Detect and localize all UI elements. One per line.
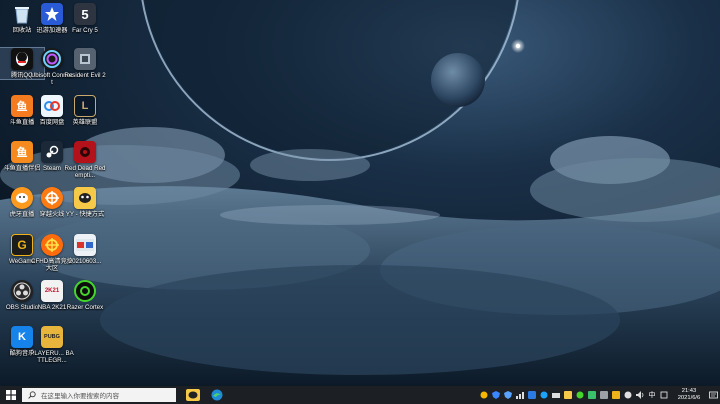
- desktop-icon-label: 英雄联盟: [72, 119, 98, 126]
- tray-app-5-icon[interactable]: [598, 386, 610, 404]
- tray-shield-icon[interactable]: [490, 386, 502, 404]
- desktop-icon-league-of-legends[interactable]: L 英雄联盟: [63, 95, 107, 126]
- clock-time: 21:43: [681, 388, 697, 394]
- system-tray: 中 21:43 2021/6/6: [478, 386, 720, 404]
- desktop-icon-razer-cortex[interactable]: Razer Cortex: [63, 280, 107, 311]
- cfhd-icon: [41, 234, 63, 256]
- desktop-icon-label: Razer Cortex: [66, 304, 104, 311]
- taskbar: 在这里输入你要搜索的内容 中 21:43 2021/6/6: [0, 386, 720, 404]
- clock-date: 2021/6/6: [677, 395, 701, 401]
- notification-center-button[interactable]: [706, 386, 720, 404]
- desktop-icon-label: 百度网盘: [39, 119, 65, 126]
- desktop-icon-farcry5[interactable]: 5 Far Cry 5: [63, 3, 107, 34]
- desktop-icon-yy[interactable]: YY - 快捷方式: [63, 187, 107, 218]
- farcry5-icon: 5: [74, 3, 96, 25]
- resident-evil-icon: [74, 48, 96, 70]
- desktop-icon-pubg[interactable]: PUBG PLAYERU... BATTLEGR...: [30, 326, 74, 364]
- tray-app-3-icon[interactable]: [562, 386, 574, 404]
- steam-icon: [41, 141, 63, 163]
- tray-norton-icon[interactable]: [478, 386, 490, 404]
- lol-icon: L: [74, 95, 96, 117]
- desktop-icon-label: 20210603...: [68, 258, 102, 265]
- nba2k21-icon: 2K21: [41, 280, 63, 302]
- desktop-icon-label: Steam: [43, 165, 61, 172]
- tray-shield-2-icon[interactable]: [502, 386, 514, 404]
- search-placeholder: 在这里输入你要搜索的内容: [41, 393, 119, 400]
- windows-logo-icon: [6, 390, 16, 400]
- tray-app-4-icon[interactable]: [586, 386, 598, 404]
- notification-icon: [708, 391, 718, 398]
- tray-app-2-icon[interactable]: [538, 386, 550, 404]
- razer-cortex-icon: [74, 280, 96, 302]
- desktop-icon-label: 穿越火线: [39, 211, 65, 218]
- taskbar-clock[interactable]: 21:43 2021/6/6: [672, 388, 706, 402]
- tray-app-icon[interactable]: [526, 386, 538, 404]
- desktop-icon-label: NBA 2K21: [37, 304, 67, 311]
- desktop-icon-file-20210603[interactable]: 20210603...: [63, 234, 107, 265]
- tray-volume-icon[interactable]: [634, 386, 646, 404]
- tray-razer-icon[interactable]: [574, 386, 586, 404]
- desktop-icon-label: Red Dead Redempti...: [64, 165, 106, 179]
- input-method-indicator[interactable]: 中: [646, 386, 658, 404]
- desktop-icon-area: 回收站 腾讯QQ 鱼 斗鱼直播 鱼 斗鱼直播伴侣 虎牙直播 G WeGame O…: [0, 0, 720, 386]
- taskbar-search-box[interactable]: 在这里输入你要搜索的内容: [22, 388, 176, 402]
- taskbar-app-yy[interactable]: [182, 386, 204, 404]
- pubg-icon: PUBG: [41, 326, 63, 348]
- desktop-icon-label: 回收站: [12, 27, 32, 34]
- desktop-icon-label: YY - 快捷方式: [65, 211, 105, 218]
- desktop-icon-resident-evil-2[interactable]: Resident Evil 2: [63, 48, 107, 79]
- taskbar-app-edge[interactable]: [206, 386, 228, 404]
- tray-app-6-icon[interactable]: [610, 386, 622, 404]
- yy-icon: [74, 187, 96, 209]
- yy-icon: [186, 389, 200, 401]
- tray-ime-mode-icon[interactable]: [658, 386, 670, 404]
- tray-camera-icon[interactable]: [550, 386, 562, 404]
- xunyou-star-icon: [41, 3, 63, 25]
- edge-browser-icon: [211, 389, 223, 401]
- start-button[interactable]: [0, 386, 22, 404]
- red-dead-icon: [74, 141, 96, 163]
- desktop-icon-label: PLAYERU... BATTLEGR...: [30, 350, 74, 364]
- baidu-netdisk-icon: [41, 95, 63, 117]
- tray-app-7-icon[interactable]: [622, 386, 634, 404]
- search-icon: [28, 391, 36, 399]
- desktop-icon-label: Far Cry 5: [72, 27, 98, 34]
- crossfire-icon: [41, 187, 63, 209]
- tray-network-icon[interactable]: [514, 386, 526, 404]
- image-file-icon: [74, 234, 96, 256]
- ubisoft-swirl-icon: [41, 48, 63, 70]
- desktop-icon-label: Resident Evil 2: [64, 72, 106, 79]
- desktop-icon-red-dead[interactable]: Red Dead Redempti...: [63, 141, 107, 179]
